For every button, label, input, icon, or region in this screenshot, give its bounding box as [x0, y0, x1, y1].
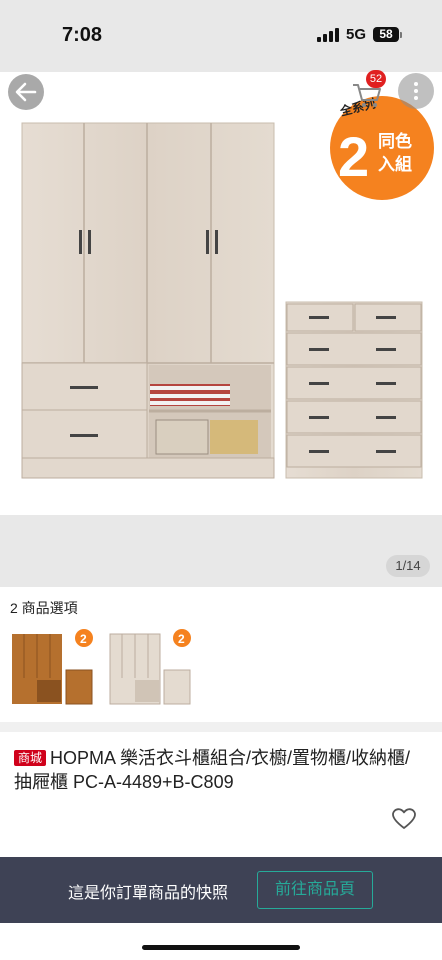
- home-indicator[interactable]: [142, 945, 300, 950]
- promo-number: 2: [338, 125, 369, 188]
- promo-line1: 同色: [378, 131, 412, 152]
- product-title: 商城 HOPMA 樂活衣斗櫃組合/衣櫥/置物櫃/收納櫃/抽屜櫃 PC-A-4489…: [14, 746, 424, 794]
- more-icon: [414, 82, 418, 86]
- favorite-button[interactable]: [392, 808, 416, 830]
- signal-icon: [316, 27, 339, 42]
- mall-tag: 商城: [14, 750, 47, 766]
- battery-level: 58: [373, 27, 399, 42]
- product-title-text: HOPMA 樂活衣斗櫃組合/衣櫥/置物櫃/收納櫃/抽屜櫃 PC-A-4489+B…: [14, 748, 411, 792]
- status-time: 7:08: [62, 24, 103, 46]
- snapshot-text: 這是你訂單商品的快照: [68, 885, 229, 902]
- heart-icon: [392, 808, 416, 829]
- arrow-left-icon: [15, 82, 37, 102]
- promo-line2: 入組: [378, 154, 412, 175]
- cart-count-badge: 52: [366, 70, 386, 88]
- option-image: 2: [108, 624, 192, 708]
- options-title: 2 商品選項: [10, 600, 78, 616]
- section-divider: [0, 722, 442, 732]
- status-icons: 5G 58: [316, 26, 402, 43]
- option-thumb-light[interactable]: 2: [108, 624, 192, 708]
- option-badge: 2: [80, 632, 87, 646]
- status-bar: 7:08 5G 58: [0, 0, 442, 72]
- snapshot-bar: 這是你訂單商品的快照 前往商品頁: [0, 857, 442, 923]
- gallery-footer: [0, 515, 442, 587]
- network-label: 5G: [345, 26, 366, 43]
- more-options-button[interactable]: [398, 73, 434, 109]
- option-badge: 2: [178, 632, 185, 646]
- option-thumb-oak[interactable]: 2: [10, 624, 94, 708]
- battery-icon: 58: [373, 27, 402, 42]
- home-area: [0, 923, 442, 960]
- option-image: 2: [10, 624, 94, 708]
- image-counter: 1/14: [386, 555, 430, 577]
- back-button[interactable]: [8, 74, 44, 110]
- go-to-product-button[interactable]: 前往商品頁: [257, 871, 373, 909]
